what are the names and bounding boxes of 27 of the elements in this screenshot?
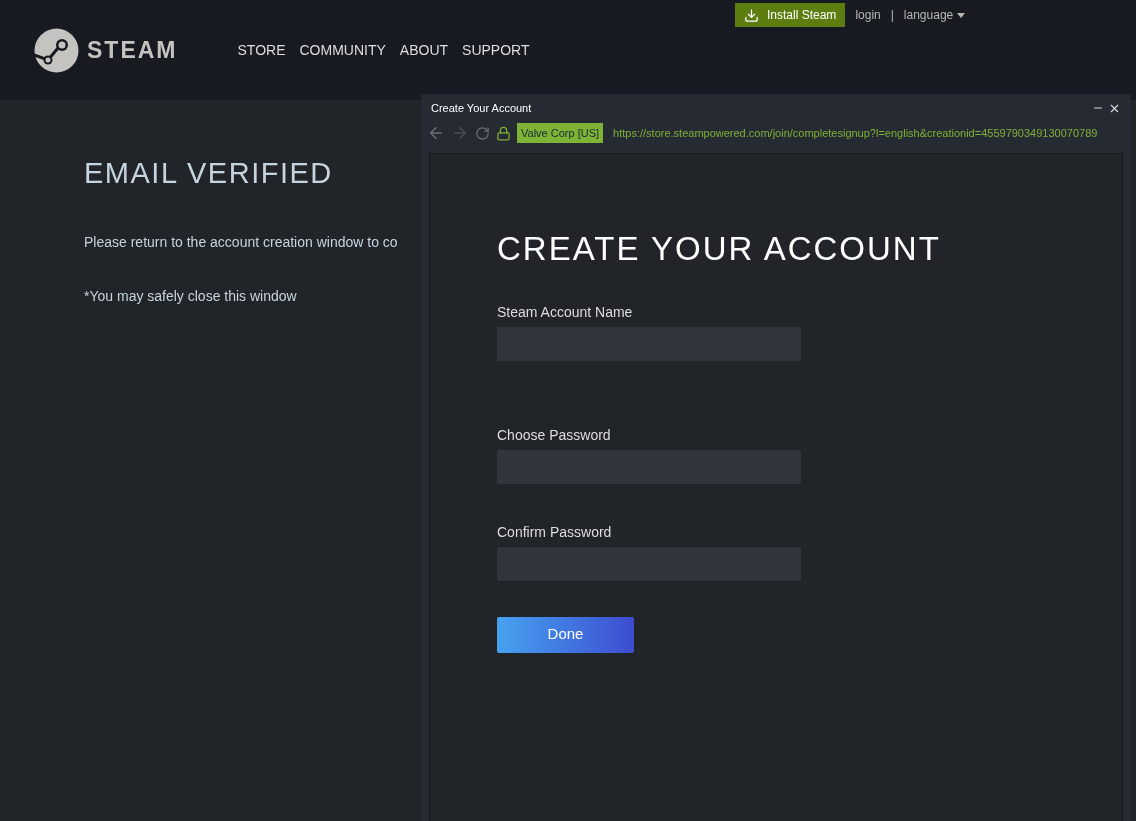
page-title: EMAIL VERIFIED	[84, 156, 333, 191]
login-link[interactable]: login	[855, 6, 881, 24]
reload-icon[interactable]	[475, 125, 490, 141]
url-text: https://store.steampowered.com/join/completesignup?l=english&creationid=4559790349130070789	[613, 125, 1098, 141]
field-label: Steam Account Name	[497, 302, 634, 322]
create-account-heading: CREATE YOUR ACCOUNT	[497, 229, 942, 269]
certificate-badge: Valve Corp [US]	[517, 123, 604, 143]
caret-icon	[957, 12, 966, 18]
steam-logo-text: STEAM	[87, 35, 178, 65]
nav-link[interactable]: COMMUNITY	[299, 39, 386, 61]
language-menu[interactable]: language	[903, 6, 966, 24]
back-icon[interactable]	[427, 124, 445, 142]
lock-icon	[496, 125, 511, 141]
nav-link[interactable]: STORE	[237, 39, 286, 61]
field-label: Confirm Password	[497, 522, 613, 542]
forward-icon[interactable]	[451, 124, 469, 142]
field-label: Choose Password	[497, 425, 612, 445]
separator-text: |	[890, 7, 894, 24]
download-icon	[744, 7, 759, 23]
done-button[interactable]: Done	[497, 616, 634, 653]
steam-logo-icon	[34, 27, 79, 73]
nav-link[interactable]: SUPPORT	[462, 39, 530, 61]
window-title: Create Your Account	[431, 100, 532, 116]
note-text: *You may safely close this window	[84, 286, 297, 306]
message-text: Please return to the account creation window to co	[84, 232, 398, 252]
install-steam-button[interactable]: Install Steam	[735, 3, 846, 27]
nav-link[interactable]: ABOUT	[399, 39, 449, 61]
